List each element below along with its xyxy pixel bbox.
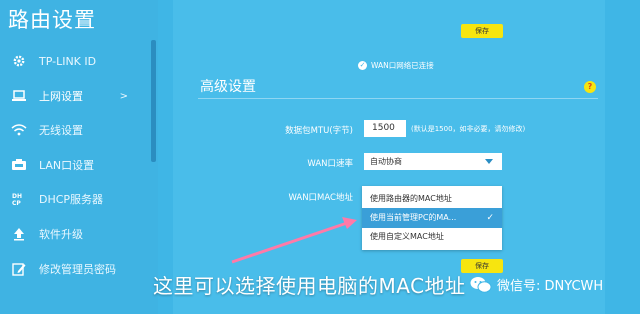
wan-speed-value: 自动协商 (370, 157, 402, 166)
wan-status-text: WAN口网络已连接 (371, 61, 434, 70)
wan-status: ✓ WAN口网络已连接 (358, 60, 434, 71)
wifi-icon (8, 124, 30, 136)
upload-icon (8, 227, 30, 241)
chevron-down-icon (485, 159, 493, 164)
check-circle-icon: ✓ (358, 61, 367, 70)
save-button-top[interactable]: 保存 (461, 24, 503, 38)
mac-option-label: 使用当前管理PC的MA... (370, 213, 457, 222)
help-icon[interactable]: ? (584, 81, 596, 93)
sidebar-item-label: LAN口设置 (39, 159, 95, 172)
mac-dropdown[interactable]: 使用路由器的MAC地址 使用当前管理PC的MA... ✓ 使用自定义MAC地址 (362, 186, 502, 250)
wan-speed-select[interactable]: 自动协商 (364, 153, 502, 170)
annotation-caption: 这里可以选择使用电脑的MAC地址 (153, 274, 466, 298)
sidebar-item-password[interactable]: 修改管理员密码 (0, 252, 150, 286)
mtu-label: 数据包MTU(字节) (285, 126, 353, 136)
check-icon: ✓ (486, 213, 494, 223)
sidebar-item-label: 修改管理员密码 (39, 263, 116, 276)
mac-option-label: 使用自定义MAC地址 (370, 232, 444, 241)
lan-icon (8, 158, 30, 172)
mac-option-router[interactable]: 使用路由器的MAC地址 (362, 189, 502, 209)
sidebar-item-label: 软件升级 (39, 228, 83, 241)
section-title: 高级设置 (200, 79, 256, 95)
mtu-input[interactable]: 1500 (364, 120, 406, 137)
save-button-bottom[interactable]: 保存 (461, 259, 503, 273)
sidebar-item-upgrade[interactable]: 软件升级 (0, 217, 150, 251)
settings-panel: 保存 ✓ WAN口网络已连接 高级设置 ? 数据包MTU(字节) 1500 (默… (173, 0, 605, 314)
sidebar-item-tplink-id[interactable]: TP-LINK ID (0, 44, 150, 78)
sidebar-scrollbar[interactable] (151, 40, 156, 162)
gear-icon (8, 54, 30, 68)
sidebar-item-lan[interactable]: LAN口设置 (0, 148, 150, 182)
chevron-right-icon: > (119, 90, 128, 102)
mac-option-custom[interactable]: 使用自定义MAC地址 (362, 227, 502, 247)
wechat-icon (470, 276, 492, 294)
sidebar-item-internet[interactable]: 上网设置 > (0, 79, 150, 113)
svg-text:DH: DH (12, 193, 22, 200)
laptop-icon (8, 90, 30, 102)
wan-speed-label: WAN口速率 (307, 159, 353, 169)
wan-mac-label: WAN口MAC地址 (288, 193, 353, 203)
svg-text:CP: CP (12, 200, 21, 207)
sidebar-item-label: 上网设置 (39, 90, 83, 103)
sidebar-item-label: DHCP服务器 (39, 193, 104, 206)
divider (198, 98, 598, 99)
watermark-text: 微信号: DNYCWH (497, 279, 604, 294)
mtu-hint: (默认是1500，如非必要，请勿修改) (411, 125, 526, 133)
mac-option-current-pc[interactable]: 使用当前管理PC的MA... ✓ (362, 208, 502, 228)
dhcp-icon: DH CP (8, 191, 30, 207)
sidebar-item-label: TP-LINK ID (39, 54, 97, 68)
edit-icon (8, 262, 30, 276)
mac-option-label: 使用路由器的MAC地址 (370, 194, 452, 203)
sidebar: 路由设置 TP-LINK ID 上网设置 > 无线设置 LAN口设置 DH CP … (0, 0, 158, 314)
sidebar-title: 路由设置 (8, 8, 96, 32)
wechat-watermark: 微信号: DNYCWH (470, 275, 603, 294)
sidebar-item-label: 无线设置 (39, 124, 83, 137)
sidebar-item-dhcp[interactable]: DH CP DHCP服务器 (0, 182, 150, 216)
sidebar-item-wireless[interactable]: 无线设置 (0, 113, 150, 147)
